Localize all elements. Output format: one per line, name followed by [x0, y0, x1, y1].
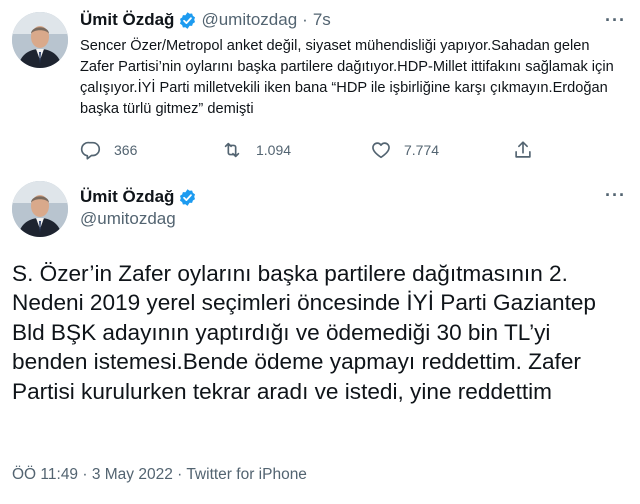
- tweet-actions: 366 1.094 7.774: [80, 139, 540, 163]
- share-icon: [515, 141, 531, 158]
- separator: ·: [302, 10, 308, 29]
- reply-button[interactable]: 366: [80, 139, 137, 161]
- tweet-header: Ümit Özdağ @umitozdag · 7s: [80, 8, 620, 32]
- more-options-icon[interactable]: ···: [605, 10, 626, 31]
- reply-count: 366: [114, 142, 138, 158]
- tweet-timestamp-source[interactable]: ÖÖ 11:49 · 3 May 2022 · Twitter for iPho…: [12, 466, 307, 484]
- like-button[interactable]: 7.774: [370, 139, 439, 161]
- avatar-photo: [12, 12, 68, 68]
- share-button[interactable]: [512, 139, 534, 161]
- reply-icon: [80, 141, 101, 160]
- more-options-icon[interactable]: ···: [605, 185, 626, 206]
- retweet-button[interactable]: 1.094: [220, 139, 291, 161]
- tweet-time[interactable]: 7s: [313, 8, 331, 32]
- avatar-photo: [12, 181, 68, 237]
- author-name-main[interactable]: Ümit Özdağ: [80, 185, 174, 209]
- tweet-text: Sencer Özer/Metropol anket değil, siyase…: [80, 38, 614, 117]
- retweet-icon: [224, 142, 240, 158]
- author-avatar-main[interactable]: [12, 181, 68, 237]
- author-handle-main[interactable]: @umitozdag: [80, 209, 176, 229]
- verified-badge-icon: [178, 188, 197, 207]
- heart-icon: [372, 142, 390, 159]
- retweet-count: 1.094: [256, 142, 292, 158]
- like-count: 7.774: [404, 142, 440, 158]
- verified-badge-icon: [178, 11, 197, 30]
- author-avatar[interactable]: [12, 12, 68, 68]
- tweet-text-main: S. Özer’in Zafer oylarını başka partiler…: [12, 261, 596, 404]
- tweet-header-main: Ümit Özdağ: [80, 185, 201, 209]
- author-handle[interactable]: @umitozdag: [201, 8, 297, 32]
- author-name[interactable]: Ümit Özdağ: [80, 8, 174, 32]
